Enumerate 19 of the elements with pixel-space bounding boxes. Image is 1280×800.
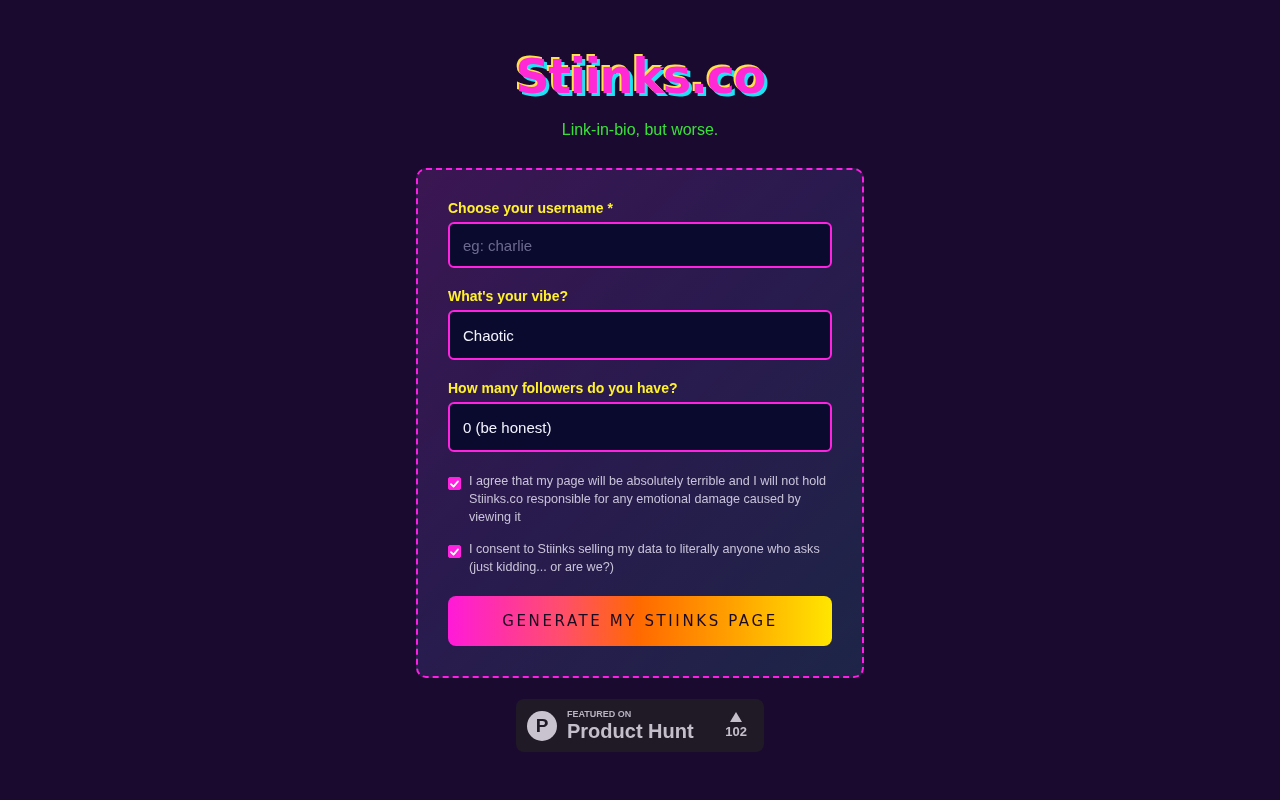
checkbox[interactable]	[448, 477, 461, 490]
tagline: Link-in-bio, but worse.	[561, 120, 719, 140]
triangle-icon	[730, 712, 743, 722]
product-hunt-name: Product Hunt	[567, 720, 695, 742]
checkbox[interactable]	[448, 545, 461, 558]
text-field[interactable]: Chaotic	[448, 310, 832, 360]
product-hunt-logo: P	[527, 710, 557, 741]
product-hunt-badge[interactable]: P FEATURED ON Product Hunt 102	[516, 699, 764, 752]
site-title: Stiinks.co	[515, 47, 765, 106]
field-label: What's your vibe?	[448, 288, 569, 304]
field-label: How many followers do you have?	[448, 380, 679, 396]
generate-page-button[interactable]: GENERATE MY STIINKS PAGE	[448, 596, 832, 646]
upvote-count: 102	[725, 725, 747, 739]
agreement-text: I agree that my page will be absolutely terrible and I will not hold Stiinks.co responsible for any emotional damage caused by viewing it	[469, 473, 828, 526]
agreement-text: I consent to Stiinks selling my data to literally anyone who asks (just kidding... or are we?)	[469, 541, 821, 576]
text-field[interactable]: 0 (be honest)	[448, 402, 832, 452]
text-field[interactable]: eg: charlie	[448, 222, 832, 268]
field-label: Choose your username *	[448, 200, 614, 216]
featured-caption: FEATURED ON	[567, 709, 633, 720]
